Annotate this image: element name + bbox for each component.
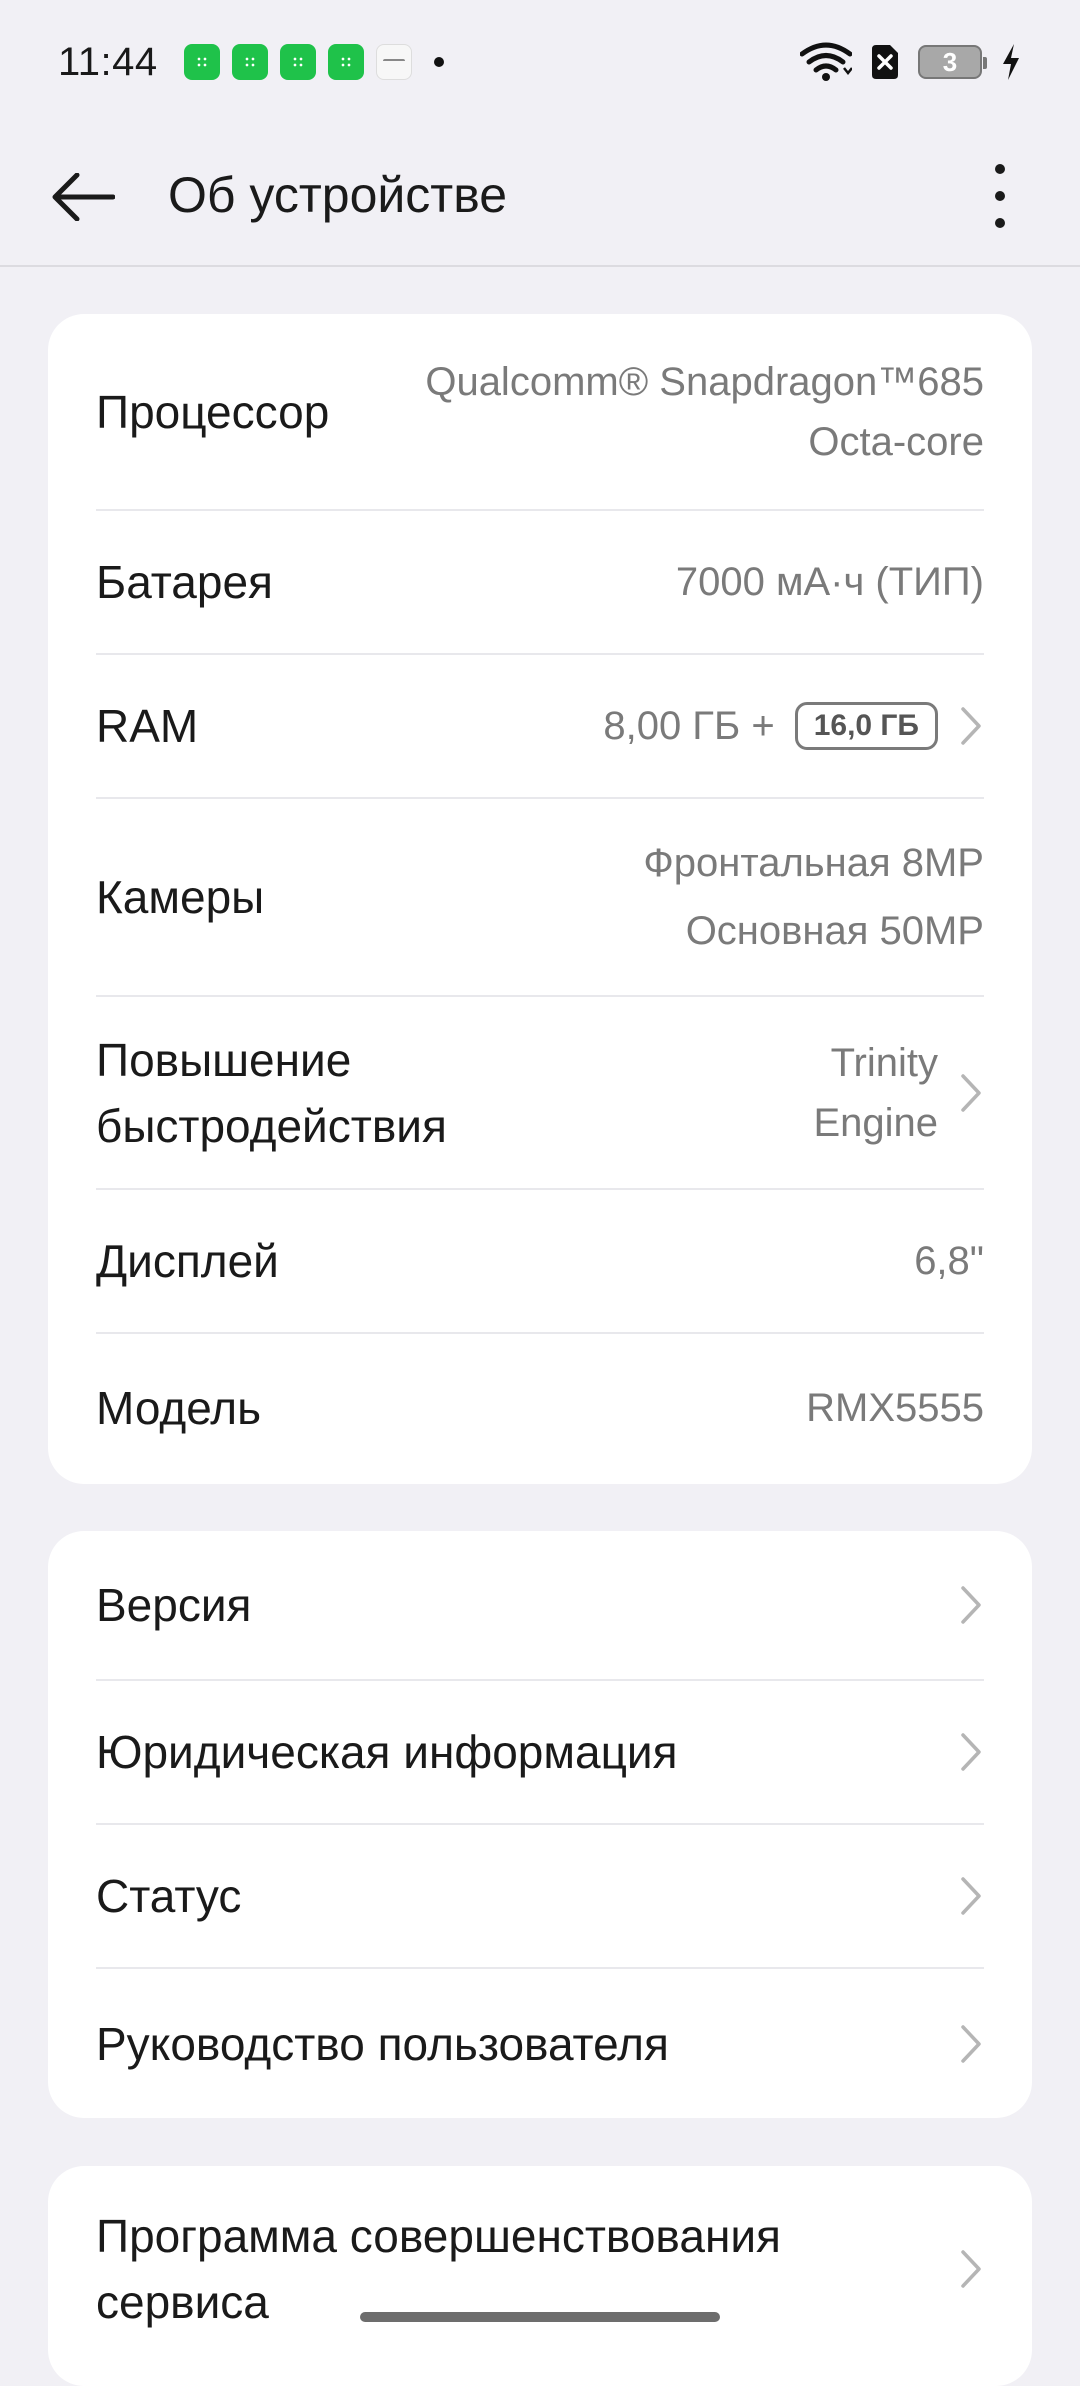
more-options-button[interactable] <box>980 160 1020 232</box>
chevron-right-icon <box>958 1071 984 1115</box>
app-store-icon <box>231 44 268 80</box>
chevron-right-icon <box>958 704 984 748</box>
model-label: Модель <box>96 1382 262 1434</box>
processor-row: Процессор Qualcomm® Snapdragon™685 Octa-… <box>96 314 984 511</box>
service-program-label-line1: Программа совершенствования <box>96 2210 781 2262</box>
performance-value-line1: Trinity <box>830 1040 938 1085</box>
service-program-label-line2: сервиса <box>96 2276 269 2328</box>
app-store-icon <box>327 44 364 80</box>
wifi-icon <box>800 42 852 82</box>
realme-icon <box>375 44 412 80</box>
no-sim-icon <box>870 43 900 81</box>
user-guide-label: Руководство пользователя <box>96 2017 669 2070</box>
model-value: RMX5555 <box>806 1386 984 1430</box>
display-value: 6,8" <box>914 1239 984 1283</box>
app-store-icon <box>183 44 220 80</box>
cameras-label: Камеры <box>96 871 265 923</box>
version-row[interactable]: Версия <box>96 1531 984 1681</box>
status-bar: 11:44 3 <box>0 0 1080 124</box>
user-guide-row[interactable]: Руководство пользователя <box>96 1969 984 2118</box>
status-row[interactable]: Статус <box>96 1825 984 1969</box>
page-title: Об устройстве <box>168 166 508 223</box>
performance-value-line2: Engine <box>813 1100 938 1145</box>
status-label: Статус <box>96 1870 242 1922</box>
legal-info-row[interactable]: Юридическая информация <box>96 1681 984 1825</box>
processor-name: Qualcomm® Snapdragon™685 <box>425 359 984 404</box>
display-row: Дисплей 6,8" <box>96 1190 984 1334</box>
performance-row[interactable]: Повышение быстродействия Trinity Engine <box>96 997 984 1190</box>
program-card: Программа совершенствования сервиса <box>48 2166 1032 2386</box>
ram-row[interactable]: RAM 8,00 ГБ + 16,0 ГБ <box>96 655 984 799</box>
processor-label: Процессор <box>96 385 330 438</box>
info-card: Версия Юридическая информация Статус Рук… <box>48 1531 1032 2118</box>
back-button[interactable] <box>48 162 118 232</box>
service-program-row[interactable]: Программа совершенствования сервиса <box>96 2166 984 2372</box>
app-store-icon <box>279 44 316 80</box>
cameras-value: Фронтальная 8MP Основная 50MP <box>643 829 984 965</box>
performance-label-line2: быстродействия <box>96 1099 447 1152</box>
battery-level: 3 <box>942 46 958 77</box>
performance-label: Повышение быстродействия <box>96 1027 447 1159</box>
display-label: Дисплей <box>96 1235 279 1287</box>
home-indicator[interactable] <box>360 2312 720 2322</box>
legal-info-label: Юридическая информация <box>96 1726 678 1778</box>
battery-label: Батарея <box>96 556 273 608</box>
performance-label-line1: Повышение <box>96 1033 352 1086</box>
version-label: Версия <box>96 1579 252 1631</box>
processor-cores: Octa-core <box>808 419 984 464</box>
specs-card: Процессор Qualcomm® Snapdragon™685 Octa-… <box>48 314 1032 1484</box>
cameras-row: Камеры Фронтальная 8MP Основная 50MP <box>96 799 984 997</box>
performance-value: Trinity Engine <box>813 1033 938 1153</box>
notification-icons <box>183 44 444 80</box>
front-camera-value: Фронтальная 8MP <box>643 841 984 885</box>
ram-label: RAM <box>96 700 199 752</box>
processor-value: Qualcomm® Snapdragon™685 Octa-core <box>425 352 984 472</box>
chevron-right-icon <box>958 1874 984 1918</box>
model-row: Модель RMX5555 <box>96 1334 984 1482</box>
chevron-right-icon <box>958 1730 984 1774</box>
more-notifications-dot <box>433 57 444 67</box>
main-camera-value: Основная 50MP <box>685 909 984 953</box>
battery-value: 7000 мА·ч (ТИП) <box>675 560 984 604</box>
chevron-right-icon <box>958 2247 984 2291</box>
battery-row: Батарея 7000 мА·ч (ТИП) <box>96 511 984 655</box>
battery-icon: 3 <box>918 45 987 79</box>
ram-extension-badge: 16,0 ГБ <box>794 702 938 750</box>
chevron-right-icon <box>958 2022 984 2066</box>
charging-icon <box>1000 42 1022 82</box>
system-icons: 3 <box>800 42 1022 82</box>
chevron-right-icon <box>958 1583 984 1627</box>
ram-value: 8,00 ГБ + <box>603 704 775 748</box>
arrow-left-icon <box>52 173 115 221</box>
status-time: 11:44 <box>58 39 158 84</box>
more-vertical-icon <box>995 164 1005 174</box>
app-bar: Об устройстве <box>0 124 1080 267</box>
